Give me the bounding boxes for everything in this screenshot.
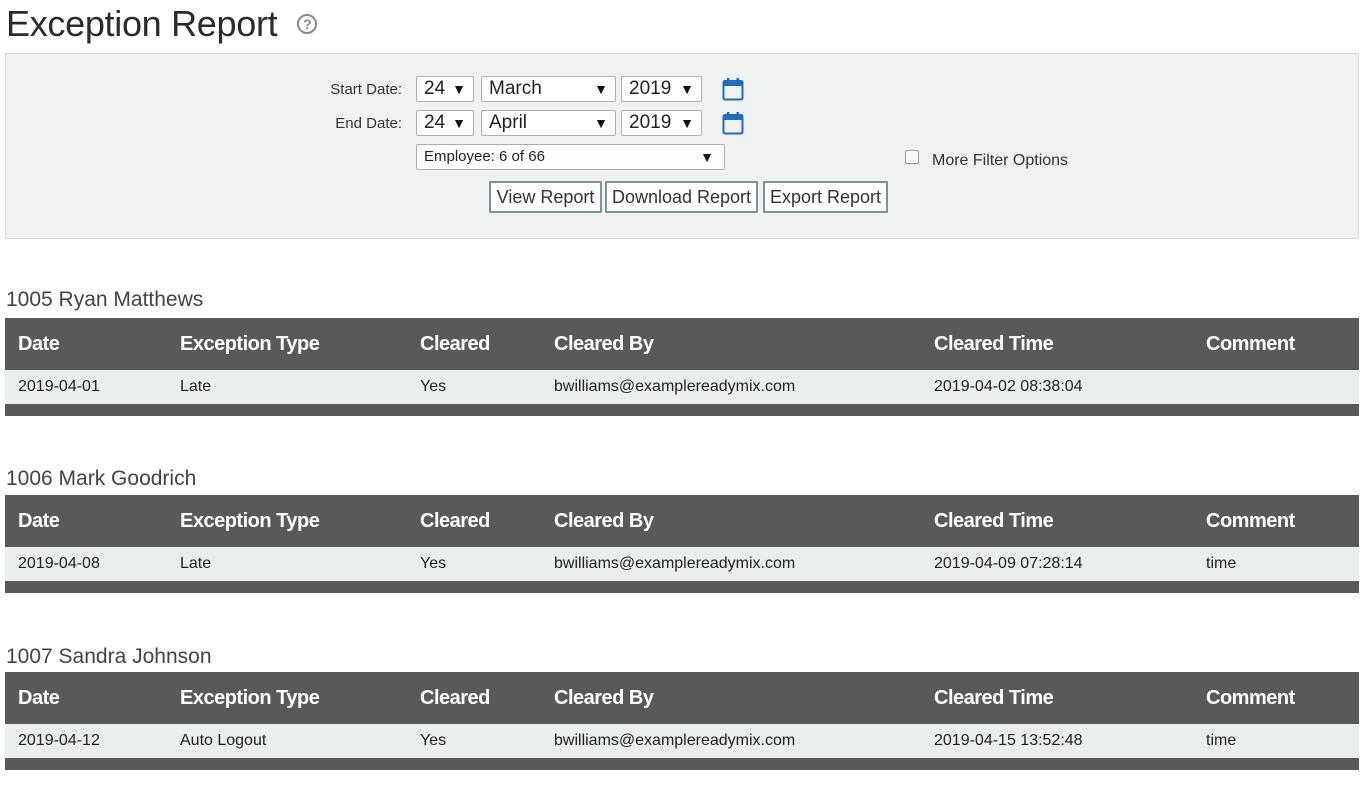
table-header-row: Date Exception Type Cleared Cleared By C… <box>5 495 1359 547</box>
start-day-select[interactable]: 24 ▼ <box>416 76 474 102</box>
more-filter-options-checkbox[interactable] <box>905 150 919 164</box>
column-header-cleared-by: Cleared By <box>554 509 654 532</box>
title-row: Exception Report ? <box>6 0 318 48</box>
employee-select[interactable]: Employee: 6 of 66 ▼ <box>416 144 725 170</box>
column-header-comment: Comment <box>1206 332 1295 355</box>
table-footer <box>5 758 1359 770</box>
cell-exception-type: Late <box>180 555 212 572</box>
cell-cleared-by: bwilliams@examplereadymix.com <box>554 732 796 749</box>
cell-cleared-time: 2019-04-15 13:52:48 <box>934 732 1083 749</box>
download-report-button[interactable]: Download Report <box>605 181 758 213</box>
page-title: Exception Report <box>6 3 278 44</box>
column-header-cleared-time: Cleared Time <box>934 509 1054 532</box>
column-header-comment: Comment <box>1206 509 1295 532</box>
start-year-value: 2019 <box>629 78 672 99</box>
chevron-down-icon: ▼ <box>452 115 466 131</box>
calendar-icon[interactable] <box>722 77 744 101</box>
column-header-cleared-by: Cleared By <box>554 686 654 709</box>
calendar-icon[interactable] <box>722 111 744 135</box>
cell-comment: time <box>1206 555 1237 572</box>
employee-heading: 1006 Mark Goodrich <box>6 467 197 490</box>
exception-table: Date Exception Type Cleared Cleared By C… <box>5 672 1359 770</box>
cell-cleared-time: 2019-04-02 08:38:04 <box>934 378 1083 395</box>
column-header-cleared: Cleared <box>420 686 490 709</box>
cell-date: 2019-04-12 <box>18 732 100 749</box>
column-header-exception-type: Exception Type <box>180 332 320 355</box>
start-day-value: 24 <box>424 78 446 99</box>
table-header-row: Date Exception Type Cleared Cleared By C… <box>5 672 1359 724</box>
exception-report-page: Exception Report ? Start Date: 24 ▼ Marc… <box>0 0 1370 786</box>
column-header-comment: Comment <box>1206 686 1295 709</box>
table-footer <box>5 581 1359 593</box>
table-header-row: Date Exception Type Cleared Cleared By C… <box>5 318 1359 370</box>
employee-select-value: Employee: 6 of 66 <box>424 148 545 165</box>
cell-exception-type: Late <box>180 378 212 395</box>
chevron-down-icon: ▼ <box>680 115 694 131</box>
table-footer <box>5 404 1359 416</box>
cell-cleared: Yes <box>420 378 447 395</box>
exception-table: Date Exception Type Cleared Cleared By C… <box>5 495 1359 593</box>
end-date-label: End Date: <box>335 115 402 132</box>
employee-heading: 1007 Sandra Johnson <box>6 645 212 668</box>
table-row: 2019-04-01 Late Yes bwilliams@examplerea… <box>5 370 1359 404</box>
export-report-button[interactable]: Export Report <box>763 181 888 213</box>
chevron-down-icon: ▼ <box>594 81 608 97</box>
column-header-exception-type: Exception Type <box>180 509 320 532</box>
cell-cleared-time: 2019-04-09 07:28:14 <box>934 555 1083 572</box>
more-filter-options-label[interactable]: More Filter Options <box>932 152 1068 170</box>
column-header-cleared-by: Cleared By <box>554 332 654 355</box>
employee-heading: 1005 Ryan Matthews <box>6 288 204 311</box>
question-circle-icon[interactable]: ? <box>297 14 318 34</box>
end-day-value: 24 <box>424 112 446 133</box>
column-header-exception-type: Exception Type <box>180 686 320 709</box>
chevron-down-icon: ▼ <box>700 149 714 165</box>
table-row: 2019-04-12 Auto Logout Yes bwilliams@exa… <box>5 724 1359 758</box>
column-header-cleared-time: Cleared Time <box>934 332 1054 355</box>
chevron-down-icon: ▼ <box>680 81 694 97</box>
cell-date: 2019-04-01 <box>18 378 100 395</box>
table-row: 2019-04-08 Late Yes bwilliams@examplerea… <box>5 547 1359 581</box>
cell-date: 2019-04-08 <box>18 555 100 572</box>
cell-cleared-by: bwilliams@examplereadymix.com <box>554 378 796 395</box>
end-month-value: April <box>489 112 528 133</box>
column-header-cleared: Cleared <box>420 509 490 532</box>
column-header-cleared: Cleared <box>420 332 490 355</box>
filter-panel: Start Date: 24 ▼ March ▼ 2019 ▼ End Date… <box>5 53 1359 239</box>
cell-exception-type: Auto Logout <box>180 732 267 749</box>
exception-table: Date Exception Type Cleared Cleared By C… <box>5 318 1359 416</box>
start-month-value: March <box>489 78 542 99</box>
column-header-date: Date <box>18 509 60 532</box>
chevron-down-icon: ▼ <box>452 81 466 97</box>
cell-comment: time <box>1206 732 1237 749</box>
view-report-button[interactable]: View Report <box>489 181 602 213</box>
start-date-label: Start Date: <box>330 81 402 98</box>
chevron-down-icon: ▼ <box>594 115 608 131</box>
start-year-select[interactable]: 2019 ▼ <box>621 76 702 102</box>
end-year-select[interactable]: 2019 ▼ <box>621 110 702 136</box>
start-month-select[interactable]: March ▼ <box>481 76 616 102</box>
cell-cleared: Yes <box>420 555 447 572</box>
end-day-select[interactable]: 24 ▼ <box>416 110 474 136</box>
column-header-date: Date <box>18 686 60 709</box>
cell-cleared: Yes <box>420 732 447 749</box>
column-header-cleared-time: Cleared Time <box>934 686 1054 709</box>
end-month-select[interactable]: April ▼ <box>481 110 616 136</box>
cell-comment <box>1193 370 1359 404</box>
column-header-date: Date <box>18 332 60 355</box>
cell-cleared-by: bwilliams@examplereadymix.com <box>554 555 796 572</box>
end-year-value: 2019 <box>629 112 672 133</box>
